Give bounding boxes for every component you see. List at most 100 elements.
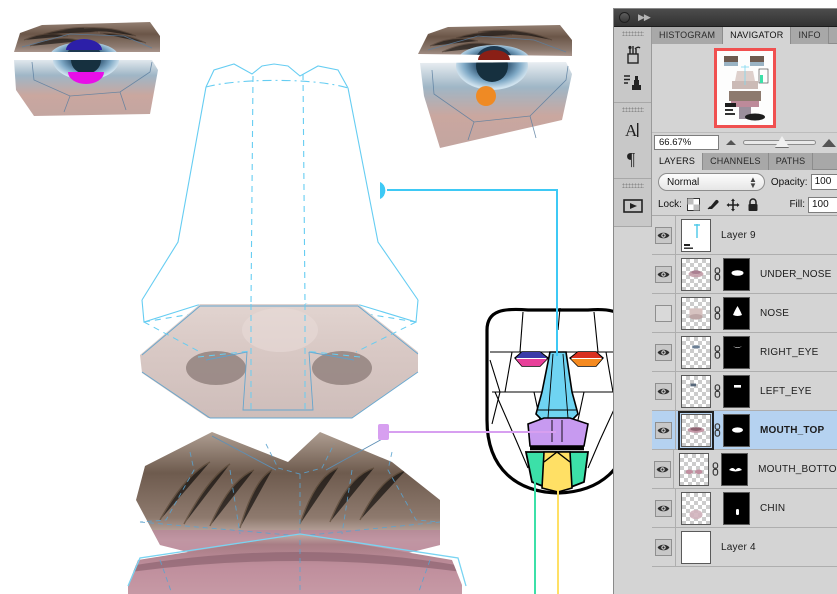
eye-icon[interactable] <box>655 538 672 556</box>
layer-mask-thumbnail[interactable] <box>723 374 750 408</box>
layers-panel: LAYERS CHANNELS PATHS Normal ▲ ▼ Opacity:… <box>652 153 837 594</box>
layer-row-mouth-top[interactable]: MOUTH_TOP <box>652 410 837 450</box>
rail-group-animation <box>614 179 651 227</box>
layer-mask-thumbnail[interactable] <box>723 413 750 447</box>
layer-thumbnail[interactable] <box>681 296 711 330</box>
layer-name[interactable]: Layer 9 <box>721 230 756 241</box>
tab-paths[interactable]: PATHS <box>768 153 814 170</box>
layer-row-layer-4[interactable]: Layer 4 <box>652 527 837 567</box>
zoom-out-triangle-icon[interactable] <box>726 140 736 145</box>
tab-channels[interactable]: CHANNELS <box>703 153 769 170</box>
chevron-updown-icon[interactable]: ▲ ▼ <box>749 176 757 190</box>
layer-name[interactable]: CHIN <box>760 503 785 514</box>
layer-thumbnail[interactable] <box>679 452 710 486</box>
tab-navigator[interactable]: NAVIGATOR <box>723 27 792 44</box>
layer-name[interactable]: NOSE <box>760 308 789 319</box>
animation-icon[interactable] <box>619 192 647 220</box>
tab-layers[interactable]: LAYERS <box>652 153 704 170</box>
navigator-thumbnail[interactable] <box>714 48 776 128</box>
dock-menu-dot[interactable] <box>619 12 630 23</box>
layer-row-layer-9[interactable]: Layer 9 <box>652 215 837 255</box>
eye-icon[interactable] <box>655 421 672 439</box>
eye-hidden-icon[interactable] <box>655 304 672 322</box>
blend-mode-select[interactable]: Normal ▲ ▼ <box>658 173 765 191</box>
rail-grip[interactable] <box>621 107 644 112</box>
layer-mask-thumbnail[interactable] <box>723 335 750 369</box>
link-mask-icon[interactable] <box>709 462 721 476</box>
layer-list[interactable]: Layer 9 UNDER_NOSE NOSE RIGHT_EYE LEFT_EYE MO… <box>652 215 837 567</box>
eye-icon[interactable] <box>654 460 672 478</box>
rail-grip[interactable] <box>621 183 644 188</box>
layer-mask-thumbnail[interactable] <box>721 452 749 486</box>
zoom-in-triangle-icon[interactable] <box>822 138 836 147</box>
layer-visibility-cell[interactable] <box>652 293 676 333</box>
layer-row-left-eye[interactable]: LEFT_EYE <box>652 371 837 411</box>
under-nose-pin[interactable] <box>378 424 389 440</box>
navigator-preview-area[interactable] <box>652 44 837 132</box>
zoom-slider-knob[interactable] <box>775 136 790 147</box>
layer-row-right-eye[interactable]: RIGHT_EYE <box>652 332 837 372</box>
layer-mask-thumbnail[interactable] <box>723 257 750 291</box>
layer-visibility-cell[interactable] <box>652 410 676 450</box>
paragraph-icon[interactable]: ¶ <box>619 144 647 172</box>
tab-histogram[interactable]: HISTOGRAM <box>652 27 724 44</box>
layer-visibility-cell[interactable] <box>652 371 676 411</box>
dock-title-bar[interactable]: ▶▶ <box>614 9 837 27</box>
layer-row-nose[interactable]: NOSE <box>652 293 837 333</box>
lock-transparent-pixels-icon[interactable] <box>685 197 702 213</box>
zoom-percent-input[interactable]: 66.67% <box>654 135 719 150</box>
layer-thumbnail[interactable] <box>681 257 711 291</box>
face-region-map[interactable] <box>485 307 613 495</box>
layer-row-mouth-bottom[interactable]: MOUTH_BOTTOM <box>652 449 837 489</box>
canvas-artwork <box>14 22 613 594</box>
lock-image-pixels-icon[interactable] <box>705 197 722 213</box>
layer-name[interactable]: LEFT_EYE <box>760 386 812 397</box>
link-mask-icon[interactable] <box>711 384 723 398</box>
link-mask-icon[interactable] <box>711 267 723 281</box>
layer-row-under-nose[interactable]: UNDER_NOSE <box>652 254 837 294</box>
link-mask-icon[interactable] <box>711 423 723 437</box>
eye-icon[interactable] <box>655 265 672 283</box>
layer-name[interactable]: MOUTH_TOP <box>760 425 824 436</box>
layer-mask-thumbnail[interactable] <box>723 296 750 330</box>
eye-icon[interactable] <box>655 499 672 517</box>
nose-pin[interactable] <box>380 182 386 199</box>
layer-thumbnail[interactable] <box>678 410 714 450</box>
fill-input[interactable]: 100 <box>808 196 837 213</box>
document-canvas[interactable] <box>0 0 613 594</box>
layer-visibility-cell[interactable] <box>652 527 676 567</box>
layer-name[interactable]: RIGHT_EYE <box>760 347 818 358</box>
layer-thumbnail[interactable] <box>681 218 711 252</box>
rail-grip[interactable] <box>621 31 644 36</box>
layer-visibility-cell[interactable] <box>652 215 676 255</box>
double-arrow-right-icon[interactable]: ▶▶ <box>638 12 651 23</box>
layer-name[interactable]: UNDER_NOSE <box>760 269 831 280</box>
character-icon[interactable]: A <box>619 116 647 144</box>
layer-thumbnail[interactable] <box>681 335 711 369</box>
layer-visibility-cell[interactable] <box>652 254 676 294</box>
clone-source-icon[interactable] <box>619 68 647 96</box>
lock-all-icon[interactable] <box>745 197 762 213</box>
layer-visibility-cell[interactable] <box>652 488 676 528</box>
tab-info[interactable]: INFO <box>791 27 829 44</box>
zoom-slider[interactable] <box>743 136 816 147</box>
eye-icon[interactable] <box>655 382 672 400</box>
blend-mode-row: Normal ▲ ▼ Opacity: 100 <box>652 170 837 194</box>
layer-thumbnail[interactable] <box>681 530 711 564</box>
rail-group-brushes <box>614 27 651 103</box>
eye-icon[interactable] <box>655 343 672 361</box>
layer-name[interactable]: MOUTH_BOTTOM <box>758 464 837 475</box>
link-mask-icon[interactable] <box>711 306 723 320</box>
layer-visibility-cell[interactable] <box>652 449 675 489</box>
opacity-input[interactable]: 100 <box>810 174 837 190</box>
layer-thumbnail[interactable] <box>681 374 711 408</box>
layer-name[interactable]: Layer 4 <box>721 542 756 553</box>
layer-visibility-cell[interactable] <box>652 332 676 372</box>
lock-position-icon[interactable] <box>725 197 742 213</box>
brushes-icon[interactable] <box>619 40 647 68</box>
eye-icon[interactable] <box>655 226 672 244</box>
layer-row-chin[interactable]: CHIN <box>652 488 837 528</box>
layer-thumbnail[interactable] <box>681 491 711 525</box>
layer-mask-thumbnail[interactable] <box>723 491 750 525</box>
link-mask-icon[interactable] <box>711 345 723 359</box>
